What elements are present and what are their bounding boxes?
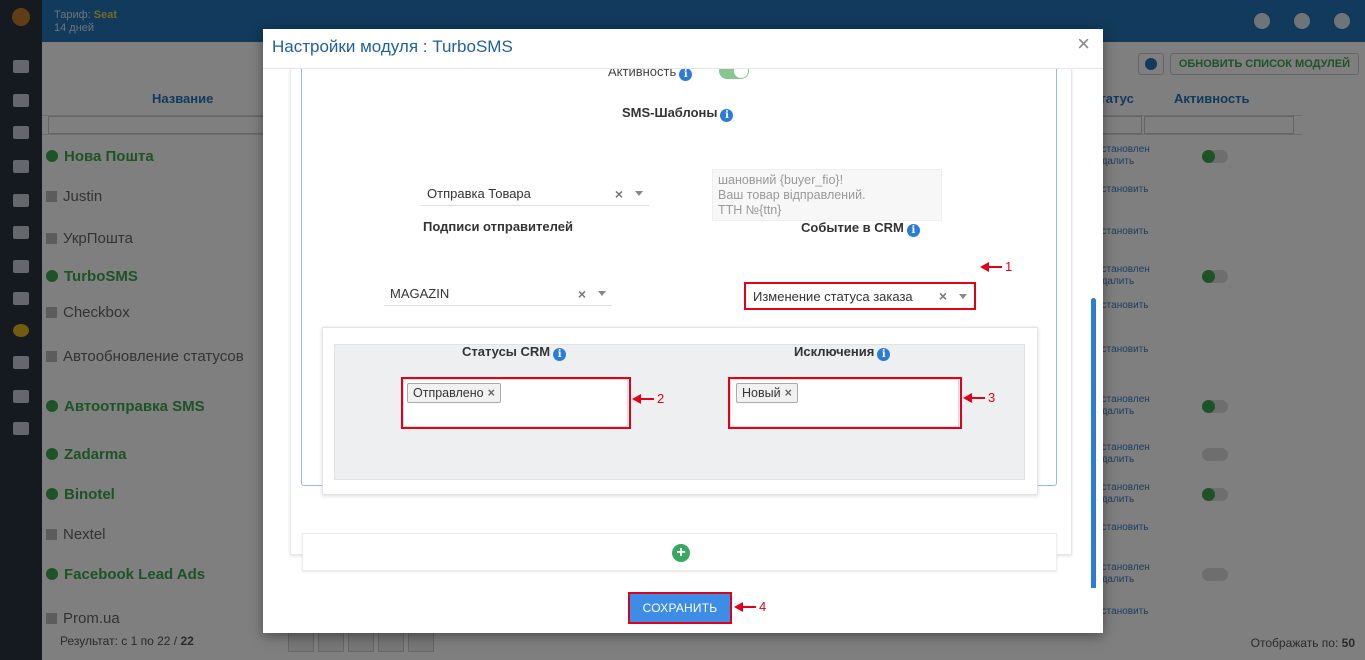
senders-label: Подписи отправителей <box>423 219 573 234</box>
crm-statuses-label: Статусы CRM i <box>462 344 567 361</box>
clear-icon[interactable]: × <box>615 186 623 202</box>
template-select[interactable]: Отправка Товара × <box>421 182 649 206</box>
chevron-down-icon[interactable] <box>598 291 606 296</box>
crm-event-label-text: Событие в CRM <box>801 220 904 235</box>
arrow-line <box>641 397 654 400</box>
arrow-left-icon <box>734 601 743 612</box>
arrow-left-icon <box>632 393 641 404</box>
activity-label-text: Активность <box>608 68 677 79</box>
arrow-left-icon <box>963 392 972 403</box>
annotation-4: 4 <box>734 599 766 614</box>
highlight-box-4 <box>628 592 732 624</box>
activity-label: Активность i <box>608 68 693 81</box>
arrow-left-icon <box>980 261 989 272</box>
annotation-label: 2 <box>657 391 665 406</box>
modal-scrollbar[interactable] <box>1091 298 1096 588</box>
template-text: шановний {buyer_fio}! Ваш товар відправл… <box>712 169 942 221</box>
arrow-line <box>972 396 985 399</box>
close-icon[interactable]: × <box>1077 33 1090 55</box>
info-icon[interactable]: i <box>720 109 734 122</box>
sms-templates-label: SMS-Шаблоны i <box>622 105 734 122</box>
annotation-2: 2 <box>632 391 664 406</box>
info-icon[interactable]: i <box>906 224 920 237</box>
sender-select[interactable]: MAGAZIN × <box>384 282 612 306</box>
clear-icon[interactable]: × <box>578 286 586 302</box>
annotation-label: 1 <box>1005 259 1013 274</box>
info-icon[interactable]: i <box>877 348 891 361</box>
exclusions-label: Исключения i <box>794 344 891 361</box>
modal-body[interactable]: Активность i SMS-Шаблоны i Отправка Товара… <box>263 68 1103 588</box>
highlight-box-1 <box>744 282 976 310</box>
annotation-1: 1 <box>980 259 1012 274</box>
chevron-down-icon[interactable] <box>635 191 643 196</box>
modal-title: Настройки модуля : TurboSMS <box>272 37 513 56</box>
crm-event-label: Событие в CRM i <box>801 220 920 237</box>
sms-templates-label-text: SMS-Шаблоны <box>622 105 718 120</box>
highlight-box-3 <box>728 377 962 429</box>
module-settings-modal: Настройки модуля : TurboSMS × Активность… <box>263 29 1103 633</box>
highlight-box-2 <box>401 377 631 429</box>
info-icon[interactable]: i <box>679 69 693 81</box>
annotation-label: 3 <box>988 390 996 405</box>
add-template-row: + <box>302 533 1057 571</box>
activity-toggle[interactable] <box>719 69 749 79</box>
annotation-3: 3 <box>963 390 995 405</box>
exclusions-label-text: Исключения <box>794 344 875 359</box>
crm-statuses-label-text: Статусы CRM <box>462 344 551 359</box>
annotation-label: 4 <box>759 599 767 614</box>
arrow-line <box>743 605 756 608</box>
info-icon[interactable]: i <box>553 348 567 361</box>
template-select-value: Отправка Товара <box>427 186 531 201</box>
arrow-line <box>989 265 1002 268</box>
plus-circle-icon[interactable]: + <box>672 544 690 562</box>
sender-select-value: MAGAZIN <box>390 286 450 301</box>
